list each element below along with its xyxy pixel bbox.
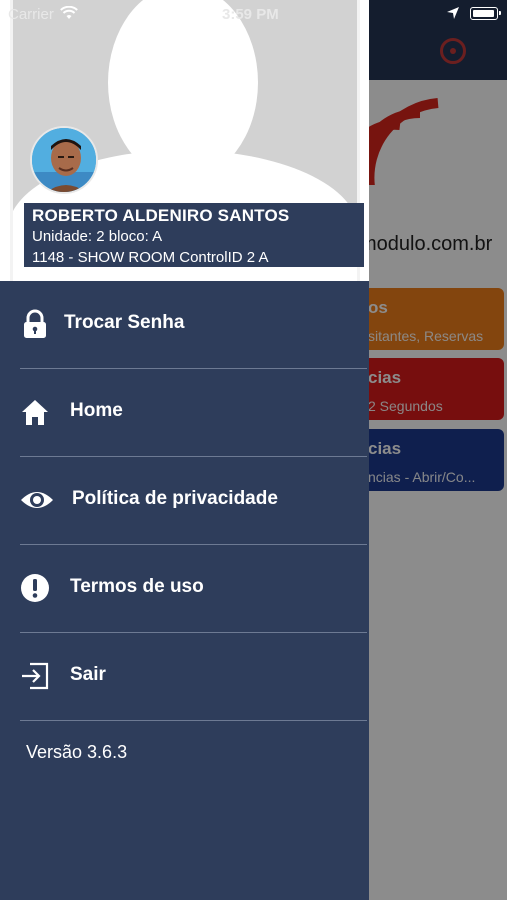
battery-icon xyxy=(470,7,501,20)
menu-item-label: Trocar Senha xyxy=(64,312,185,333)
user-name: ROBERTO ALDENIRO SANTOS xyxy=(32,206,290,225)
side-drawer: ROBERTO ALDENIRO SANTOS Unidade: 2 bloco… xyxy=(0,0,369,900)
menu-item-privacy-policy[interactable]: Política de privacidade xyxy=(0,457,369,544)
menu-item-terms-of-use[interactable]: Termos de uso xyxy=(0,545,369,632)
status-bar: Carrier 3:59 PM xyxy=(0,0,507,28)
wifi-icon xyxy=(60,6,78,19)
status-time: 3:59 PM xyxy=(222,6,279,23)
menu-item-label: Política de privacidade xyxy=(72,488,278,509)
drawer-menu: Trocar Senha Home Política de privacidad… xyxy=(0,281,369,721)
location-arrow-icon xyxy=(447,7,459,19)
menu-item-label: Sair xyxy=(70,664,106,685)
user-unit: Unidade: 2 bloco: A xyxy=(32,228,163,245)
carrier-label: Carrier xyxy=(8,6,54,23)
menu-item-change-password[interactable]: Trocar Senha xyxy=(0,281,369,368)
alert-circle-icon xyxy=(21,574,49,602)
menu-item-home[interactable]: Home xyxy=(0,369,369,456)
home-icon xyxy=(22,400,48,425)
user-location: 1148 - SHOW ROOM ControlID 2 A xyxy=(32,249,269,266)
eye-icon xyxy=(21,492,53,508)
menu-item-logout[interactable]: Sair xyxy=(0,633,369,720)
lock-icon xyxy=(24,309,46,338)
app-version: Versão 3.6.3 xyxy=(26,742,128,762)
avatar[interactable] xyxy=(30,126,98,194)
menu-divider xyxy=(20,720,367,721)
logout-icon xyxy=(22,662,49,690)
menu-item-label: Home xyxy=(70,400,123,421)
menu-item-label: Termos de uso xyxy=(70,576,204,597)
drawer-header: ROBERTO ALDENIRO SANTOS Unidade: 2 bloco… xyxy=(0,0,369,281)
user-info: ROBERTO ALDENIRO SANTOS Unidade: 2 bloco… xyxy=(24,203,364,267)
